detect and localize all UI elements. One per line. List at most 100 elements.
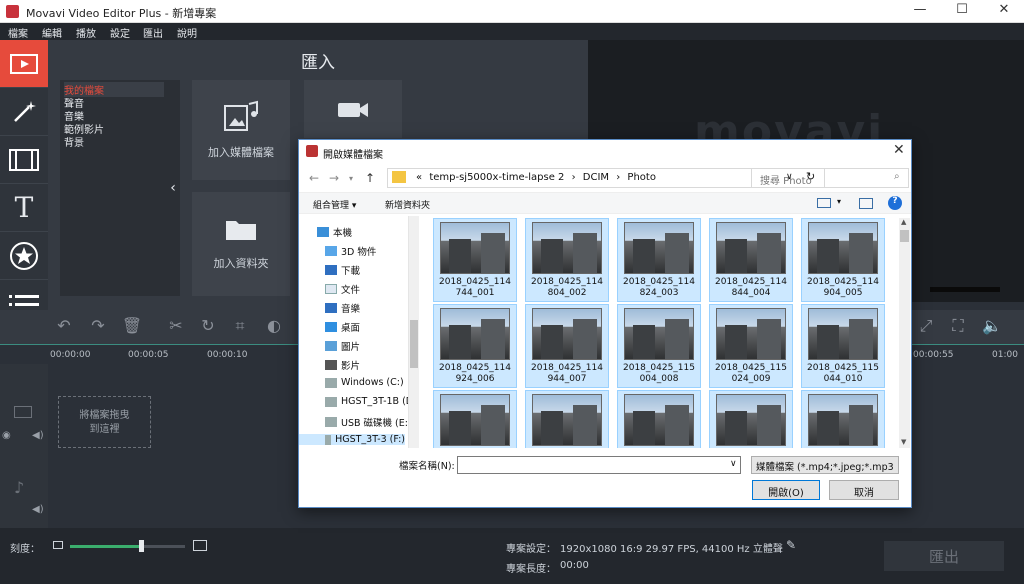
file-item[interactable]: 2018_0425_115 044_010 bbox=[801, 304, 885, 388]
scroll-up-icon[interactable]: ▲ bbox=[901, 218, 906, 226]
nav-this-pc[interactable]: 本機 bbox=[317, 225, 352, 239]
file-item[interactable]: 2018_0425_114 824_003 bbox=[617, 218, 701, 302]
music-icon bbox=[325, 303, 337, 313]
record-video-tile[interactable] bbox=[304, 80, 402, 138]
zoom-in-icon[interactable] bbox=[193, 540, 207, 551]
back-arrow-icon[interactable]: ← bbox=[309, 171, 319, 185]
filename-dropdown-icon[interactable]: ∨ bbox=[730, 459, 737, 469]
photo-thumbnail bbox=[624, 394, 694, 446]
import-tool-button[interactable] bbox=[0, 40, 48, 88]
menu-play[interactable]: 播放 bbox=[76, 25, 96, 40]
filetype-select[interactable]: 媒體檔案 (*.mp4;*.jpeg;*.mp3 bbox=[751, 456, 899, 474]
drop-area[interactable]: 將檔案拖曳 到這裡 bbox=[58, 396, 151, 448]
menu-export[interactable]: 匯出 bbox=[143, 25, 163, 40]
organize-menu[interactable]: 組合管理 ▾ bbox=[313, 198, 356, 211]
dialog-close-icon[interactable]: ✕ bbox=[893, 142, 905, 158]
volume-icon[interactable]: 🔈 bbox=[980, 316, 1004, 338]
eye-icon[interactable]: ◉ bbox=[2, 430, 11, 441]
close-button[interactable]: ✕ bbox=[984, 2, 1024, 20]
nav-documents[interactable]: 文件 bbox=[325, 282, 360, 296]
breadcrumb-item[interactable]: temp-sj5000x-time-lapse 2 bbox=[429, 172, 564, 183]
project-settings-value: 1920x1080 16:9 29.97 FPS, 44100 Hz 立體聲 bbox=[560, 544, 783, 555]
nav-3d-objects[interactable]: 3D 物件 bbox=[325, 244, 376, 258]
undo-icon[interactable]: ↶ bbox=[52, 316, 76, 338]
rotate-icon[interactable]: ↻ bbox=[196, 316, 220, 338]
export-button[interactable]: 匯出 bbox=[884, 541, 1004, 571]
nav-music[interactable]: 音樂 bbox=[325, 301, 360, 315]
cancel-button[interactable]: 取消 bbox=[829, 480, 899, 500]
star-icon bbox=[10, 241, 38, 270]
nav-videos[interactable]: 影片 bbox=[325, 358, 360, 372]
delete-icon[interactable]: 🗑 bbox=[120, 316, 144, 338]
nav-desktop[interactable]: 桌面 bbox=[325, 320, 360, 334]
filename-input[interactable]: ∨ bbox=[457, 456, 741, 474]
nav-pictures[interactable]: 圖片 bbox=[325, 339, 360, 353]
menu-help[interactable]: 說明 bbox=[177, 25, 197, 40]
minimize-button[interactable]: — bbox=[900, 2, 940, 20]
menu-file[interactable]: 檔案 bbox=[8, 25, 28, 40]
file-item[interactable] bbox=[617, 390, 701, 448]
file-item[interactable]: 2018_0425_115 024_009 bbox=[709, 304, 793, 388]
file-item[interactable]: 2018_0425_114 804_002 bbox=[525, 218, 609, 302]
menu-settings[interactable]: 設定 bbox=[110, 25, 130, 40]
cut-icon[interactable]: ✂ bbox=[164, 316, 188, 338]
nav-scroll-thumb[interactable] bbox=[410, 320, 418, 368]
file-item[interactable] bbox=[525, 390, 609, 448]
mute-icon[interactable]: ◀) bbox=[32, 430, 44, 441]
zoom-out-icon[interactable] bbox=[53, 541, 63, 549]
view-chevron-icon[interactable]: ▾ bbox=[837, 197, 841, 206]
breadcrumb-item[interactable]: Photo bbox=[627, 172, 656, 183]
photo-thumbnail bbox=[808, 222, 878, 274]
file-item[interactable] bbox=[801, 390, 885, 448]
category-backgrounds[interactable]: 背景 bbox=[64, 134, 84, 149]
nav-scrollbar[interactable] bbox=[409, 216, 419, 448]
view-options-icon[interactable] bbox=[817, 198, 831, 208]
titles-tool-button[interactable]: T bbox=[0, 184, 48, 232]
add-folder-tile[interactable]: 加入資料夾 bbox=[192, 192, 290, 296]
project-settings-label: 專案設定： bbox=[506, 544, 556, 555]
forward-arrow-icon[interactable]: → bbox=[329, 171, 339, 185]
nav-drive-d[interactable]: HGST_3T-1B (D bbox=[325, 396, 408, 407]
filters-tool-button[interactable] bbox=[0, 88, 48, 136]
color-adjust-icon[interactable]: ◐ bbox=[262, 316, 286, 338]
recent-chevron-icon[interactable]: ▾ bbox=[349, 174, 353, 183]
photo-thumbnail bbox=[532, 222, 602, 274]
scroll-down-icon[interactable]: ▼ bbox=[901, 438, 906, 446]
menu-edit[interactable]: 編輯 bbox=[42, 25, 62, 40]
breadcrumb-item[interactable]: DCIM bbox=[583, 172, 609, 183]
audio-mute-icon[interactable]: ◀) bbox=[32, 504, 44, 515]
fullscreen-out-icon[interactable]: ⤢ bbox=[914, 316, 938, 338]
add-media-files-tile[interactable]: 加入媒體檔案 bbox=[192, 80, 290, 180]
file-scrollbar[interactable]: ▲ ▼ bbox=[899, 218, 910, 448]
file-item[interactable]: 2018_0425_115 004_008 bbox=[617, 304, 701, 388]
crop-icon[interactable]: ⌗ bbox=[228, 316, 252, 338]
file-item[interactable] bbox=[709, 390, 793, 448]
nav-downloads[interactable]: 下載 bbox=[325, 263, 360, 277]
edit-pencil-icon[interactable]: ✎ bbox=[786, 538, 796, 552]
nav-drive-c[interactable]: Windows (C:) bbox=[325, 377, 404, 388]
preview-progress[interactable] bbox=[930, 287, 1000, 292]
help-icon[interactable]: ? bbox=[888, 196, 902, 210]
file-item[interactable]: 2018_0425_114 844_004 bbox=[709, 218, 793, 302]
zoom-slider-handle[interactable] bbox=[139, 540, 144, 552]
up-arrow-icon[interactable]: ↑ bbox=[365, 171, 375, 185]
fullscreen-icon[interactable]: ⛶ bbox=[946, 316, 970, 338]
redo-icon[interactable]: ↷ bbox=[86, 316, 110, 338]
file-item[interactable]: 2018_0425_114 904_005 bbox=[801, 218, 885, 302]
search-input[interactable]: 搜尋 Photo ⌕ bbox=[751, 168, 909, 188]
nav-drive-e[interactable]: USB 磁碟機 (E:) bbox=[325, 415, 408, 429]
transitions-tool-button[interactable] bbox=[0, 136, 48, 184]
file-item[interactable]: 2018_0425_114 924_006 bbox=[433, 304, 517, 388]
file-item[interactable] bbox=[433, 390, 517, 448]
nav-drive-f[interactable]: HGST_3T-3 (F:) bbox=[299, 434, 405, 445]
open-button[interactable]: 開啟(O) bbox=[752, 480, 820, 500]
filename-label: 檔案名稱(N): bbox=[399, 461, 455, 472]
file-item[interactable]: 2018_0425_114 944_007 bbox=[525, 304, 609, 388]
file-scroll-thumb[interactable] bbox=[900, 230, 909, 242]
preview-pane-icon[interactable] bbox=[859, 198, 873, 209]
new-folder-button[interactable]: 新增資料夾 bbox=[385, 198, 430, 211]
maximize-button[interactable]: ☐ bbox=[942, 2, 982, 20]
stickers-tool-button[interactable] bbox=[0, 232, 48, 280]
collapse-panel-button[interactable]: ‹ bbox=[166, 80, 180, 296]
file-item[interactable]: 2018_0425_114 744_001 bbox=[433, 218, 517, 302]
